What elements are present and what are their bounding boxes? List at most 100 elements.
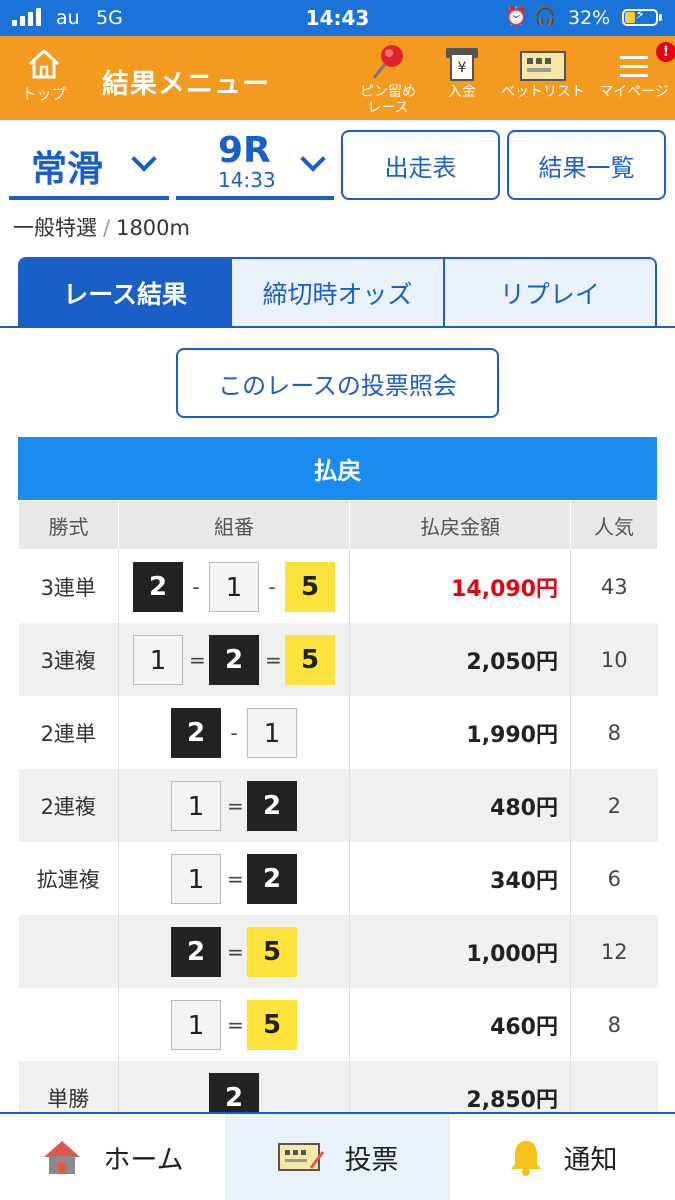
- result-tabs: レース結果 締切時オッズ リプレイ: [18, 257, 657, 327]
- boat-number: 2: [247, 780, 297, 831]
- payout-amount: 14,090円: [349, 549, 571, 623]
- boat-number: 1: [171, 853, 221, 904]
- alarm-icon: ⏰: [505, 6, 528, 27]
- boat-number: 1: [171, 999, 221, 1050]
- bet-type: 2連複: [18, 769, 119, 842]
- chevron-down-icon: [300, 146, 326, 172]
- race-distance: 1800m: [116, 216, 190, 240]
- nav-vote-label: 投票: [344, 1144, 399, 1176]
- deposit-button[interactable]: ¥ 入金: [436, 44, 488, 100]
- boat-number: 2: [171, 707, 221, 758]
- bet-type: 2連単: [18, 696, 119, 769]
- payout-header: 払戻: [18, 437, 657, 500]
- combination: 1 = 5: [118, 988, 350, 1061]
- top-label: トップ: [21, 85, 67, 103]
- boat-number: 5: [285, 634, 335, 685]
- tab-replay[interactable]: リプレイ: [442, 259, 655, 327]
- pin-race-label-1: ピン留め: [360, 84, 416, 100]
- entry-list-button[interactable]: 出走表: [341, 130, 500, 200]
- table-row: 2連複 1 = 2 480円 2: [18, 769, 658, 842]
- column-header-payout: 払戻金額: [349, 500, 571, 550]
- bet-type: 拡連複: [18, 842, 119, 915]
- payout-amount: 340円: [349, 842, 571, 915]
- pin-icon: [372, 45, 403, 79]
- nav-notify[interactable]: 通知: [450, 1114, 675, 1200]
- combination: 1 = 2: [118, 769, 350, 842]
- table-row: 拡連複 1 = 2 340円 6: [18, 842, 658, 915]
- boat-number: 5: [285, 561, 335, 612]
- popularity: 8: [607, 1012, 621, 1037]
- bet-list-button[interactable]: ベットリスト: [500, 44, 586, 100]
- race-time: 14:33: [218, 168, 276, 192]
- combo-separator: =: [227, 793, 244, 818]
- nav-home[interactable]: ホーム: [0, 1114, 225, 1200]
- deposit-icon: ¥: [446, 48, 478, 81]
- bet-inquiry-button[interactable]: このレースの投票照会: [176, 348, 499, 418]
- boat-number: 1: [133, 634, 183, 685]
- race-class: 一般特選: [13, 216, 97, 240]
- top-button[interactable]: トップ: [14, 46, 74, 103]
- chevron-down-icon: [131, 146, 157, 172]
- results-list-button[interactable]: 結果一覧: [507, 130, 666, 200]
- boat-number: 1: [171, 780, 221, 831]
- boat-number: 2: [209, 634, 259, 685]
- battery-icon: ⚡: [622, 7, 658, 26]
- bet-type: [18, 915, 119, 988]
- venue-name: 常滑: [31, 149, 104, 190]
- popularity: 6: [607, 866, 621, 891]
- venue-selector[interactable]: 常滑: [9, 130, 169, 200]
- menu-icon: [620, 56, 648, 77]
- notification-badge: !: [656, 42, 675, 62]
- popularity: 8: [607, 720, 621, 745]
- bet-list-label: ベットリスト: [501, 84, 585, 100]
- bet-type: [18, 988, 119, 1061]
- home-icon: [44, 1141, 81, 1174]
- bottom-nav: ホーム 投票 通知: [0, 1112, 675, 1200]
- boat-number: 1: [209, 561, 259, 612]
- battery-percent: 32%: [568, 7, 611, 29]
- combo-separator: =: [227, 866, 244, 891]
- combo-separator: -: [268, 574, 276, 599]
- nav-home-label: ホーム: [103, 1144, 184, 1176]
- tab-underline: [0, 326, 675, 328]
- combo-separator: -: [230, 720, 238, 745]
- home-outline-icon: [28, 49, 60, 79]
- payout-amount: 480円: [349, 769, 571, 842]
- race-class-separator: /: [103, 216, 111, 240]
- boat-number: 2: [133, 561, 183, 612]
- combo-separator: =: [227, 1012, 244, 1037]
- tab-closing-odds[interactable]: 締切時オッズ: [230, 259, 443, 327]
- combination: 2 - 1 - 5: [118, 549, 350, 623]
- boat-number: 5: [247, 926, 297, 977]
- mypage-label: マイページ: [599, 84, 669, 100]
- popularity: 10: [570, 623, 658, 696]
- race-selector[interactable]: 9R 14:33: [176, 130, 334, 200]
- headphones-icon: 🎧: [534, 6, 557, 27]
- table-row: 2 = 5 1,000円 12: [18, 915, 658, 988]
- status-bar: au 5G 14:43 ⏰ 🎧 32% ⚡: [0, 0, 675, 36]
- app-header: トップ 結果メニュー ピン留め レース ¥ 入金 ベットリスト ! マイページ: [0, 36, 675, 120]
- popularity: 2: [570, 769, 658, 842]
- svg-text:¥: ¥: [458, 60, 467, 76]
- combination: 1 = 2: [118, 842, 350, 915]
- table-row: 3連複 1 = 2 = 5 2,050円 10: [18, 623, 658, 696]
- table-row: 2連単 2 - 1 1,990円 8: [18, 696, 658, 769]
- table-row: 1 = 5 460円 8: [18, 988, 658, 1061]
- table-row: 3連単 2 - 1 - 5 14,090円 43: [18, 549, 658, 623]
- combo-separator: -: [192, 574, 200, 599]
- column-header-bet-type: 勝式: [18, 500, 119, 550]
- race-number: 9R: [218, 130, 271, 171]
- mypage-button[interactable]: ! マイページ: [598, 42, 675, 100]
- tab-race-result[interactable]: レース結果: [20, 259, 231, 327]
- payout-amount: 460円: [349, 988, 571, 1061]
- deposit-label: 入金: [448, 84, 476, 100]
- pin-race-label-2: レース: [367, 100, 409, 116]
- payout-amount: 1,000円: [349, 915, 571, 988]
- pin-race-button[interactable]: ピン留め レース: [352, 44, 424, 116]
- combo-separator: =: [265, 647, 282, 672]
- nav-vote[interactable]: 投票: [225, 1114, 450, 1200]
- bet-list-icon: [520, 51, 566, 81]
- column-header-combination: 組番: [118, 500, 350, 550]
- column-header-popularity: 人気: [570, 500, 658, 550]
- combination: 2 = 5: [118, 915, 350, 988]
